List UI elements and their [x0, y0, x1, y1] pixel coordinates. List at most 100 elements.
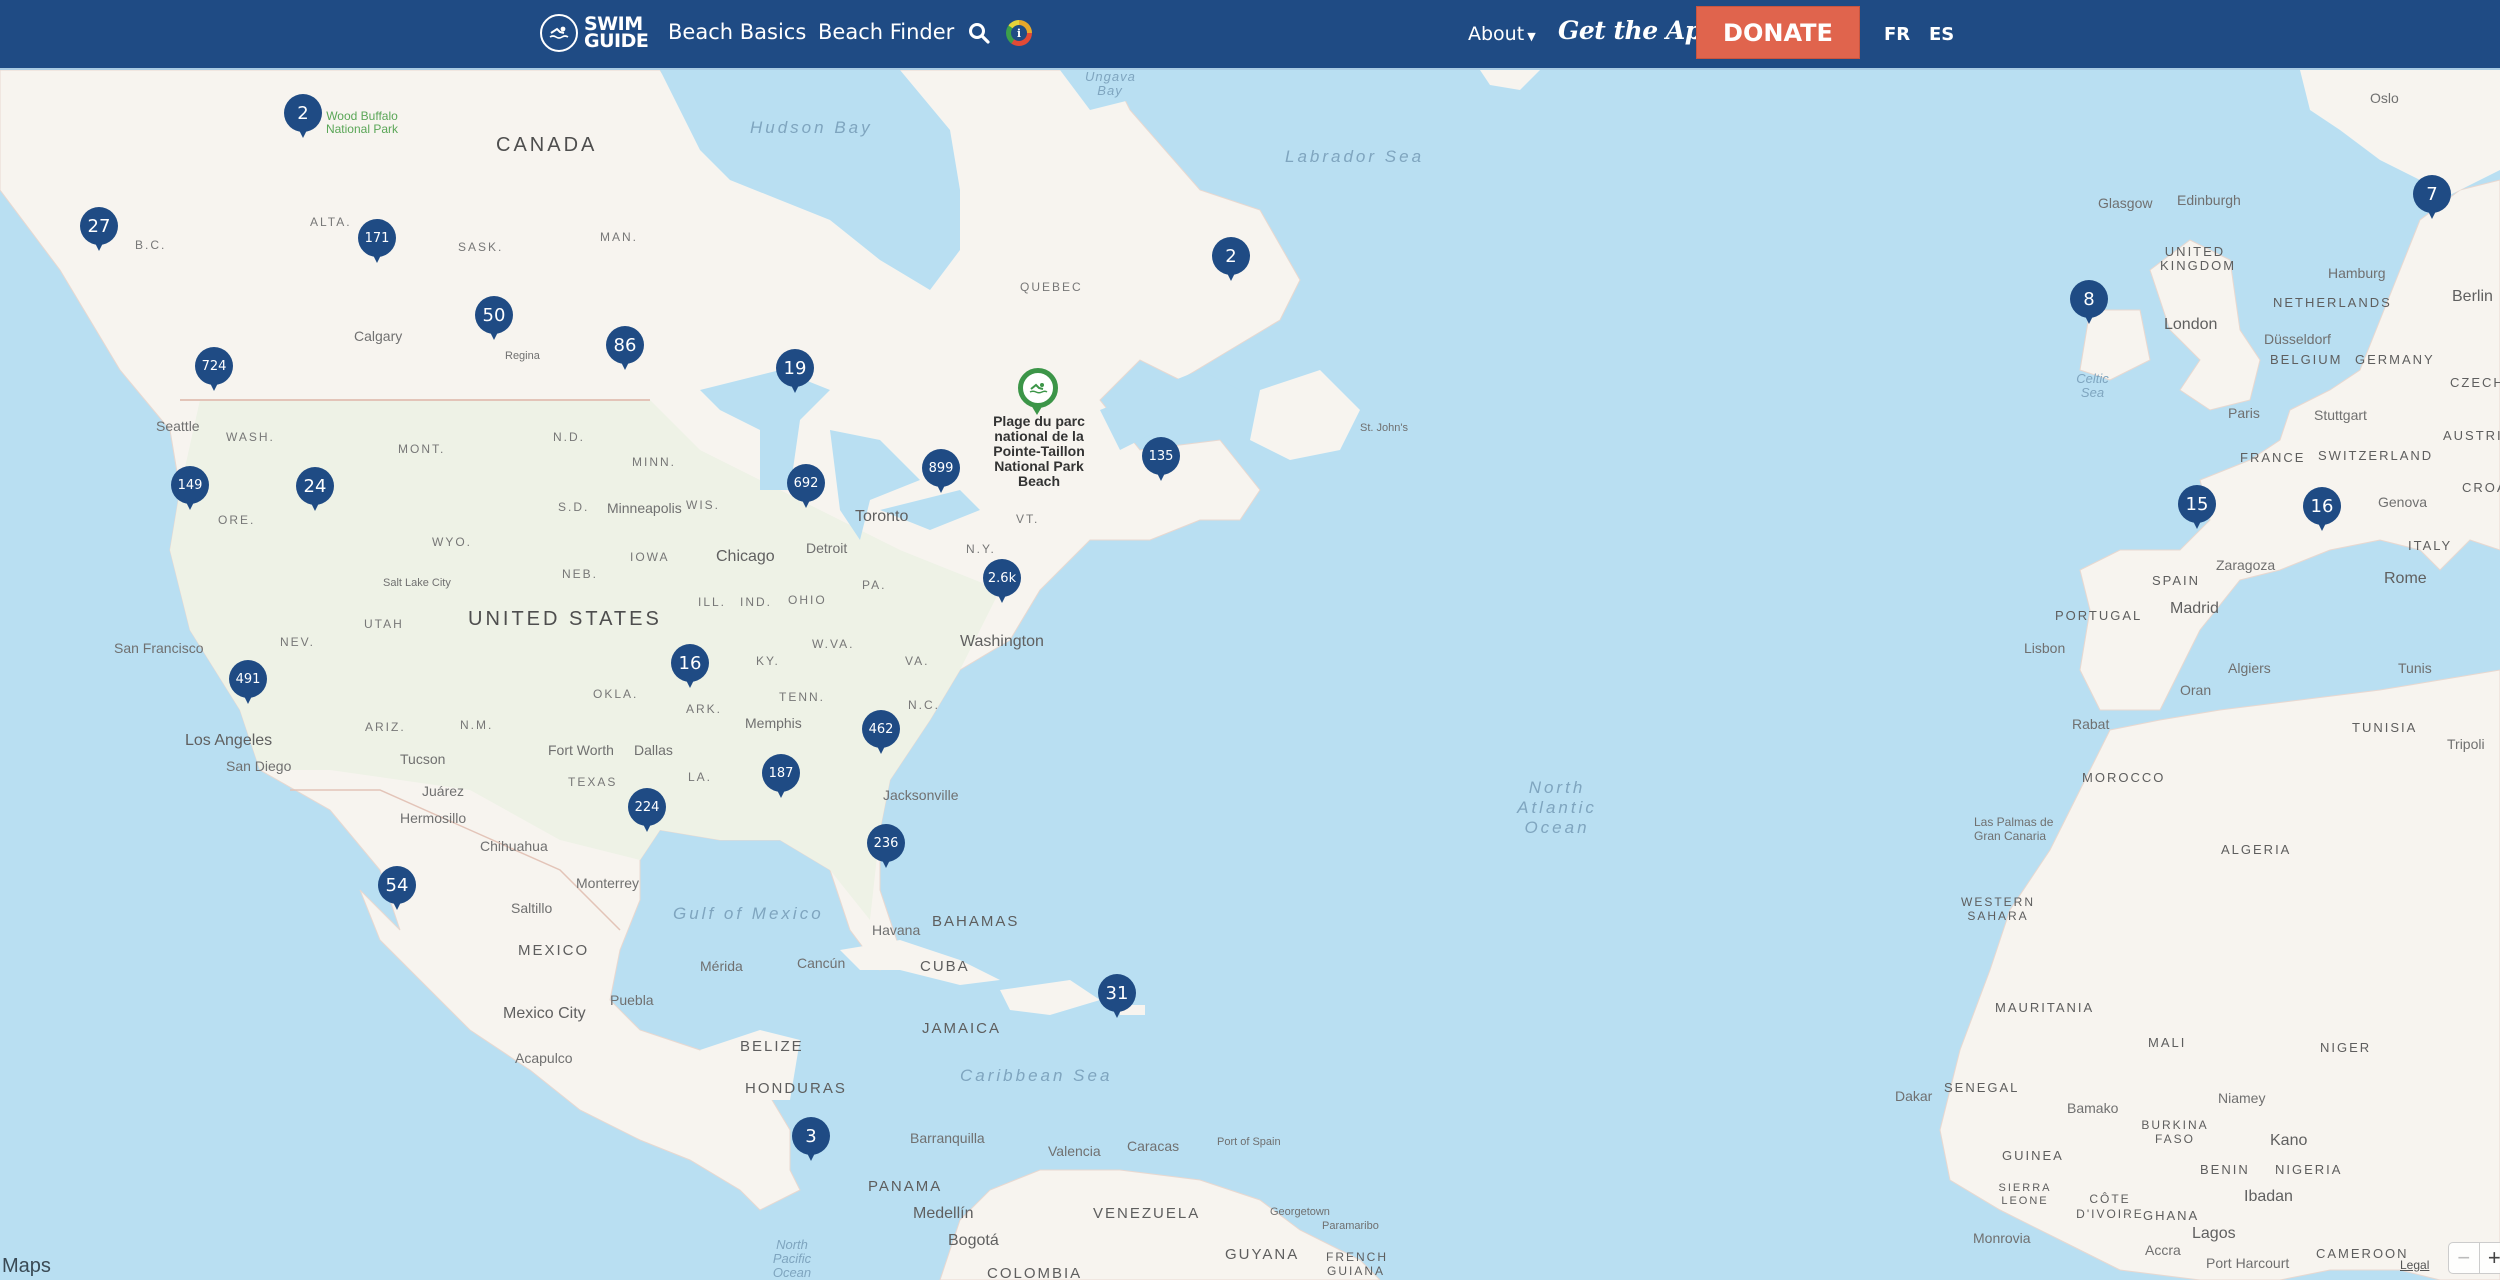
selected-beach-pin[interactable] [1018, 368, 1058, 415]
label-nm: N.M. [460, 718, 494, 732]
label-bahamas: BAHAMAS [932, 913, 1020, 930]
pin-tail [880, 856, 892, 868]
newfoundland [1250, 370, 1360, 460]
selected-beach-label[interactable]: Plage du parc national de la Pointe-Tail… [982, 414, 1096, 489]
cluster-pin[interactable]: 15 [2178, 485, 2216, 531]
pin-tail [391, 898, 403, 910]
info-icon[interactable]: i [1006, 20, 1032, 46]
cluster-pin[interactable]: 16 [671, 644, 709, 690]
logo-line-2: GUIDE [584, 30, 649, 52]
label-bamako: Bamako [2067, 1100, 2119, 1116]
cluster-pin[interactable]: 50 [475, 296, 513, 342]
label-burkina-faso: BURKINA FASO [2141, 1118, 2209, 1146]
label-minneapolis: Minneapolis [607, 500, 682, 516]
label-okla: OKLA. [593, 687, 639, 701]
cluster-pin[interactable]: 224 [628, 788, 666, 834]
language-fr[interactable]: FR [1884, 24, 1910, 45]
label-dallas: Dallas [634, 742, 673, 758]
label-mont: MONT. [398, 442, 446, 456]
label-cote-divoire: CÔTE D'IVOIRE [2076, 1192, 2144, 1221]
cluster-pin[interactable]: 7 [2413, 175, 2451, 221]
pin-tail [935, 481, 947, 493]
cluster-pin[interactable]: 149 [171, 466, 209, 512]
label-monterrey: Monterrey [576, 875, 640, 891]
label-rome: Rome [2384, 570, 2427, 587]
label-kano: Kano [2270, 1132, 2308, 1149]
cluster-pin[interactable]: 2 [284, 94, 322, 140]
cluster-pin[interactable]: 187 [762, 754, 800, 800]
get-the-app-link[interactable]: Get the App [1558, 16, 1719, 45]
pin-tail [242, 692, 254, 704]
cluster-pin[interactable]: 27 [80, 207, 118, 253]
zoom-in-button[interactable]: + [2480, 1243, 2500, 1273]
cluster-pin[interactable]: 462 [862, 710, 900, 756]
label-toronto: Toronto [855, 508, 909, 525]
label-nd: N.D. [553, 430, 585, 444]
cluster-pin[interactable]: 171 [358, 219, 396, 265]
hispaniola [1000, 980, 1100, 1015]
pin-tail [184, 498, 196, 510]
search-icon[interactable] [968, 22, 992, 46]
label-united-kingdom: UNITED KINGDOM [2160, 244, 2237, 273]
europe-landmass [2079, 179, 2500, 711]
pin-tail [684, 676, 696, 688]
cluster-pin[interactable]: 54 [378, 866, 416, 912]
label-venezuela: VENEZUELA [1093, 1205, 1201, 1222]
label-ark: ARK. [686, 702, 723, 716]
label-iowa: IOWA [630, 550, 670, 564]
label-switzerland: SWITZERLAND [2318, 448, 2434, 463]
cluster-pin[interactable]: 236 [867, 824, 905, 870]
label-czechia: CZECHIA [2450, 375, 2500, 390]
cluster-pin[interactable]: 692 [787, 464, 825, 510]
cluster-pin[interactable]: 31 [1098, 974, 1136, 1020]
cluster-pin[interactable]: 135 [1142, 437, 1180, 483]
swim-guide-logo[interactable]: SWIM GUIDE [540, 14, 649, 52]
label-chicago: Chicago [716, 548, 775, 565]
label-france: FRANCE [2240, 450, 2306, 465]
cluster-pin[interactable]: 899 [922, 449, 960, 495]
label-belize: BELIZE [740, 1038, 804, 1055]
cluster-pin[interactable]: 491 [229, 660, 267, 706]
pin-tail [2083, 312, 2095, 324]
cluster-pin[interactable]: 19 [776, 349, 814, 395]
label-austria: AUSTRIA [2443, 428, 2500, 443]
zoom-out-button[interactable]: − [2449, 1243, 2480, 1273]
donate-button[interactable]: DONATE [1696, 6, 1860, 59]
label-pa: PA. [862, 578, 887, 592]
label-wis: WIS. [686, 498, 720, 512]
pin-tail [775, 786, 787, 798]
pin-tail [2316, 519, 2328, 531]
map-canvas[interactable]: CANADA UNITED STATES MEXICO CUBA BAHAMAS… [0, 70, 2500, 1280]
cluster-pin[interactable]: 724 [195, 347, 233, 393]
label-bogota: Bogotá [948, 1232, 999, 1249]
label-north-atlantic-ocean: North Atlantic Ocean [1517, 778, 1597, 837]
cluster-pin[interactable]: 86 [606, 326, 644, 372]
pin-tail [789, 381, 801, 393]
label-salt-lake-city: Salt Lake City [383, 577, 451, 589]
label-nigeria: NIGERIA [2275, 1162, 2343, 1177]
cluster-pin[interactable]: 24 [296, 467, 334, 513]
nav-beach-finder[interactable]: Beach Finder [818, 20, 954, 44]
label-texas: TEXAS [568, 775, 618, 789]
about-dropdown[interactable]: About ▼ [1468, 23, 1536, 45]
cluster-pin[interactable]: 2.6k [983, 559, 1021, 605]
legal-link[interactable]: Legal [2400, 1258, 2429, 1272]
cluster-pin[interactable]: 2 [1212, 237, 1250, 283]
label-glasgow: Glasgow [2098, 195, 2153, 211]
label-gulf-of-mexico: Gulf of Mexico [673, 904, 824, 923]
scandinavia [2300, 70, 2500, 200]
label-tripoli: Tripoli [2447, 736, 2485, 752]
label-jamaica: JAMAICA [922, 1020, 1002, 1037]
cluster-pin[interactable]: 16 [2303, 487, 2341, 533]
label-paramaribo: Paramaribo [1322, 1220, 1379, 1232]
apple-maps-attribution: Maps [2, 1255, 51, 1278]
label-ill: ILL. [698, 595, 727, 609]
label-lisbon: Lisbon [2024, 640, 2066, 656]
cluster-pin[interactable]: 3 [792, 1117, 830, 1163]
nav-beach-basics[interactable]: Beach Basics [668, 20, 806, 44]
cluster-pin[interactable]: 8 [2070, 280, 2108, 326]
label-wyo: WYO. [432, 535, 472, 549]
label-celtic-sea: Celtic Sea [2076, 371, 2109, 400]
language-es[interactable]: ES [1929, 24, 1954, 45]
label-caracas: Caracas [1127, 1138, 1180, 1154]
